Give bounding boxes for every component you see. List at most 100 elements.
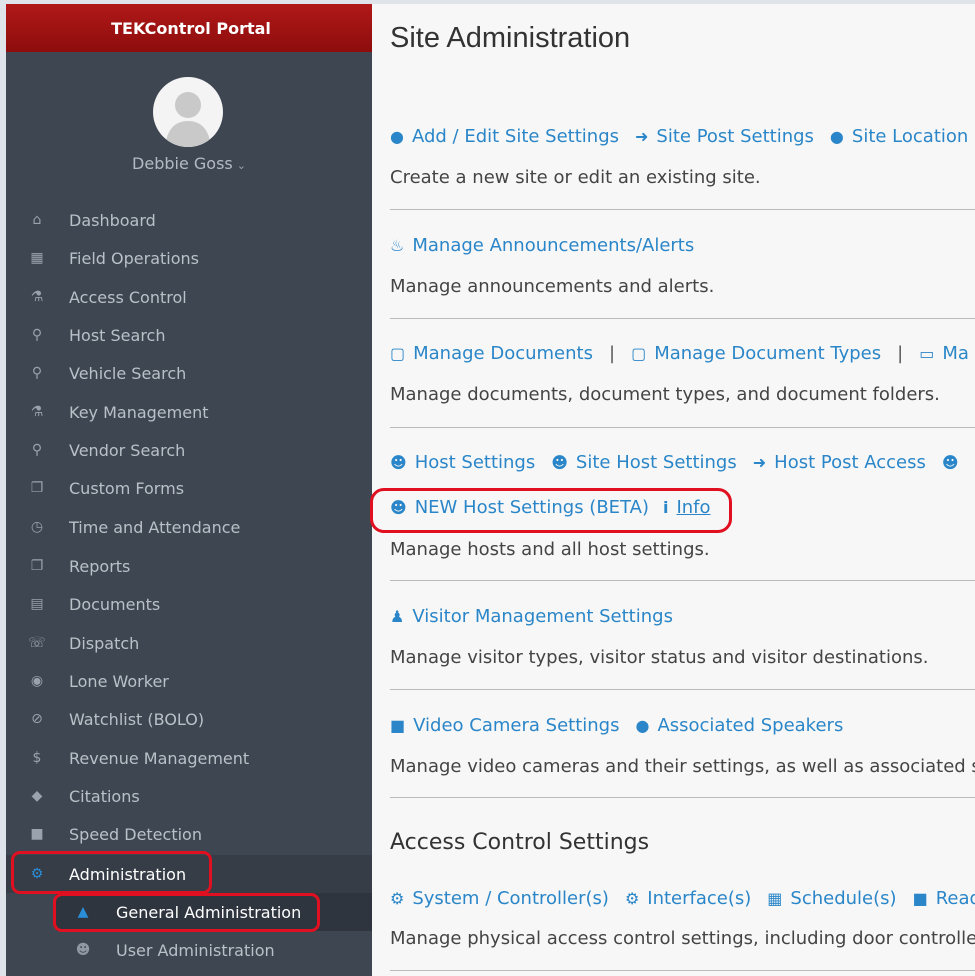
sidebar-item-revenue-management[interactable]: $ Revenue Management bbox=[6, 739, 372, 777]
sidebar-item-dispatch[interactable]: ☏ Dispatch bbox=[6, 624, 372, 662]
info-icon: i bbox=[662, 498, 669, 517]
cogs-icon: ⚙ bbox=[30, 866, 44, 882]
video-links-row: ■ Video Camera Settings ● Associated Spe… bbox=[390, 715, 859, 736]
sidebar-item-vehicle-search[interactable]: ⚲ Vehicle Search bbox=[6, 354, 372, 392]
divider bbox=[390, 797, 975, 798]
users-icon: ☻ bbox=[941, 453, 959, 472]
sidebar-item-label: Host Search bbox=[69, 325, 166, 345]
ticket-icon: ◆ bbox=[31, 788, 43, 804]
sidebar-item-host-search[interactable]: ⚲ Host Search bbox=[6, 316, 372, 354]
more-hosts-link[interactable]: ☻ bbox=[942, 453, 967, 472]
file-pdf-icon: ▢ bbox=[631, 344, 647, 363]
sign-in-icon: ➜ bbox=[752, 453, 767, 472]
sidebar-item-reports[interactable]: ❐ Reports bbox=[6, 547, 372, 585]
sidebar-subitem-user-administration[interactable]: ☻ User Administration bbox=[56, 931, 372, 969]
documents-description: Manage documents, document types, and do… bbox=[390, 384, 940, 405]
microphone-icon: ● bbox=[635, 716, 650, 735]
search-icon: ⚲ bbox=[31, 327, 43, 343]
sidebar-item-label: Vehicle Search bbox=[69, 363, 187, 383]
visitors-description: Manage visitor types, visitor status and… bbox=[390, 647, 929, 668]
copy-icon: ❐ bbox=[30, 480, 44, 496]
sidebar-subitem-label: General Administration bbox=[116, 902, 302, 922]
search-icon: ⚲ bbox=[31, 442, 43, 458]
sidebar-item-label: Citations bbox=[69, 786, 140, 806]
sidebar-item-lone-worker[interactable]: ◉ Lone Worker bbox=[6, 662, 372, 700]
system-controllers-link[interactable]: ⚙ System / Controller(s) bbox=[390, 888, 609, 909]
video-camera-settings-link[interactable]: ■ Video Camera Settings bbox=[390, 715, 619, 736]
user-menu[interactable]: Debbie Goss ⌄ bbox=[6, 154, 372, 173]
home-icon: ⌂ bbox=[32, 212, 42, 228]
sidebar-item-watchlist[interactable]: ⊘ Watchlist (BOLO) bbox=[6, 700, 372, 738]
sidebar-item-documents[interactable]: ▤ Documents bbox=[6, 585, 372, 623]
divider bbox=[390, 318, 975, 319]
site-description: Create a new site or edit an existing si… bbox=[390, 167, 761, 188]
cog-icon: ⚙ bbox=[624, 889, 640, 908]
info-link[interactable]: i Info bbox=[663, 497, 711, 518]
sidebar-item-label: Administration bbox=[69, 864, 187, 884]
announcements-links-row: ♨ Manage Announcements/Alerts bbox=[390, 235, 710, 256]
file-icon: ▤ bbox=[30, 596, 44, 612]
site-host-settings-link[interactable]: ☻ Site Host Settings bbox=[551, 452, 737, 473]
bell-icon: ♨ bbox=[390, 236, 405, 255]
host-post-access-link[interactable]: ➜ Host Post Access bbox=[753, 452, 926, 473]
manage-documents-link[interactable]: ▢ Manage Documents bbox=[390, 343, 593, 364]
user-name: Debbie Goss bbox=[132, 154, 233, 173]
sidebar-item-key-management[interactable]: ⚗ Key Management bbox=[6, 393, 372, 431]
divider bbox=[390, 209, 975, 210]
schedules-link[interactable]: ▦ Schedule(s) bbox=[767, 888, 896, 909]
interfaces-link[interactable]: ⚙ Interface(s) bbox=[625, 888, 751, 909]
avatar[interactable] bbox=[153, 77, 223, 147]
sidebar-subitem-label: User Administration bbox=[116, 940, 275, 960]
associated-speakers-link[interactable]: ● Associated Speakers bbox=[635, 715, 843, 736]
link-separator: | bbox=[608, 343, 616, 364]
sidebar-item-access-control[interactable]: ⚗ Access Control bbox=[6, 278, 372, 316]
eye-icon: ◉ bbox=[30, 673, 44, 689]
manage-document-types-link[interactable]: ▢ Manage Document Types bbox=[631, 343, 881, 364]
sidebar-item-field-operations[interactable]: ▦ Field Operations bbox=[6, 239, 372, 277]
dollar-icon: $ bbox=[32, 750, 42, 766]
sidebar-item-time-and-attendance[interactable]: ◷ Time and Attendance bbox=[6, 508, 372, 546]
page-title: Site Administration bbox=[390, 22, 631, 54]
sitemap-icon: ▲ bbox=[77, 904, 89, 920]
hosts-description: Manage hosts and all host settings. bbox=[390, 539, 710, 560]
divider bbox=[390, 970, 975, 971]
users-icon: ☻ bbox=[390, 453, 407, 472]
sidebar-item-label: Vendor Search bbox=[69, 440, 186, 460]
sign-in-icon: ➜ bbox=[635, 127, 649, 146]
clock-icon: ◷ bbox=[30, 519, 44, 535]
sidebar-item-speed-detection[interactable]: ■ Speed Detection bbox=[6, 815, 372, 853]
sidebar-item-label: Reports bbox=[69, 556, 131, 576]
user-silhouette-icon bbox=[165, 92, 211, 147]
sidebar-item-label: Field Operations bbox=[69, 248, 199, 268]
sidebar-item-dashboard[interactable]: ⌂ Dashboard bbox=[6, 201, 372, 239]
sidebar-item-label: Revenue Management bbox=[69, 748, 250, 768]
video-description: Manage video cameras and their settings,… bbox=[390, 756, 975, 777]
sidebar-item-custom-forms[interactable]: ❐ Custom Forms bbox=[6, 469, 372, 507]
sidebar-item-vendor-search[interactable]: ⚲ Vendor Search bbox=[6, 431, 372, 469]
sidebar-item-label: Key Management bbox=[69, 402, 209, 422]
sidebar-item-label: Documents bbox=[69, 594, 161, 614]
manage-announcements-link[interactable]: ♨ Manage Announcements/Alerts bbox=[390, 235, 694, 256]
visitor-management-settings-link[interactable]: ♟ Visitor Management Settings bbox=[390, 606, 673, 627]
sidebar-item-label: Dashboard bbox=[69, 210, 156, 230]
sidebar-item-label: Time and Attendance bbox=[69, 517, 241, 537]
map-marker-icon: ● bbox=[829, 127, 844, 146]
calendar-icon: ▦ bbox=[767, 889, 783, 908]
host-settings-link[interactable]: ☻ Host Settings bbox=[390, 452, 535, 473]
site-location-settings-link[interactable]: ● Site Location Se bbox=[830, 126, 975, 147]
main-content: Site Administration ● Add / Edit Site Se… bbox=[372, 4, 975, 976]
new-host-settings-link[interactable]: ☻ NEW Host Settings (BETA) bbox=[390, 497, 649, 518]
add-edit-site-settings-link[interactable]: ● Add / Edit Site Settings bbox=[390, 126, 619, 147]
site-links-row: ● Add / Edit Site Settings ➜ Site Post S… bbox=[390, 126, 975, 147]
sidebar-item-administration[interactable]: ⚙ Administration bbox=[6, 855, 372, 893]
manage-document-folders-link[interactable]: ▭ Ma bbox=[919, 343, 969, 364]
readers-link[interactable]: ■ Read bbox=[913, 888, 975, 909]
sidebar-subitem-general-administration[interactable]: ▲ General Administration bbox=[56, 893, 372, 931]
male-icon: ♟ bbox=[390, 607, 405, 626]
divider bbox=[390, 580, 975, 581]
chevron-down-icon: ⌄ bbox=[236, 159, 246, 172]
sidebar-item-citations[interactable]: ◆ Citations bbox=[6, 777, 372, 815]
site-post-settings-link[interactable]: ➜ Site Post Settings bbox=[635, 126, 814, 147]
users-icon: ☻ bbox=[75, 942, 91, 958]
access-control-title: Access Control Settings bbox=[390, 830, 650, 855]
